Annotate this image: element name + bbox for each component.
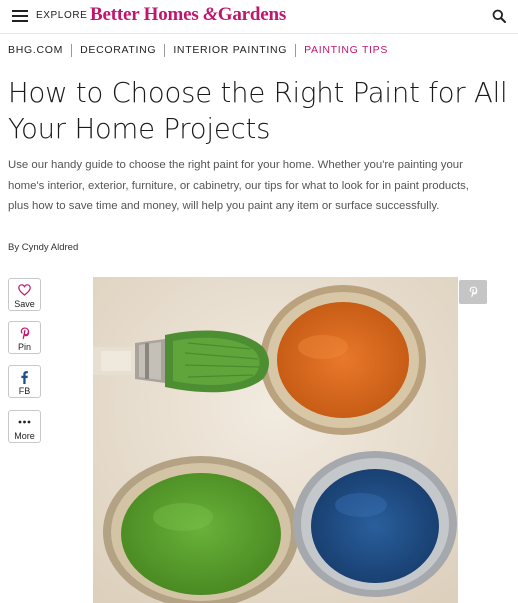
author-link[interactable]: Cyndy Aldred [22, 242, 79, 253]
pinterest-icon [9, 327, 40, 339]
search-icon[interactable] [492, 9, 506, 23]
more-button[interactable]: More [8, 410, 41, 443]
byline: By Cyndy Aldred [8, 242, 78, 253]
site-header: EXPLORE Better Homes &Gardens [0, 0, 518, 33]
byline-prefix: By [8, 242, 20, 253]
facebook-icon [9, 370, 40, 384]
breadcrumb-item-interior-painting[interactable]: INTERIOR PAINTING [173, 44, 287, 56]
pin-label: Pin [17, 342, 31, 352]
breadcrumb-separator [164, 43, 166, 57]
logo-text-2: Gardens [217, 4, 287, 25]
facebook-label: FB [18, 386, 31, 396]
breadcrumb: BHG.COM DECORATING INTERIOR PAINTING PAI… [8, 43, 388, 57]
hamburger-menu-icon[interactable] [12, 10, 28, 23]
site-logo[interactable]: Better Homes &Gardens [90, 4, 286, 26]
save-button[interactable]: Save [8, 278, 41, 311]
breadcrumb-item-decorating[interactable]: DECORATING [80, 44, 156, 56]
logo-text-1: Better Homes [90, 4, 199, 25]
breadcrumb-separator [71, 43, 73, 57]
pinterest-icon [469, 286, 478, 298]
header-divider [0, 33, 518, 34]
heart-icon [9, 284, 40, 296]
facebook-button[interactable]: FB [8, 365, 41, 398]
breadcrumb-item-bhg[interactable]: BHG.COM [8, 44, 63, 56]
article-description: Use our handy guide to choose the right … [8, 159, 469, 212]
image-pin-button[interactable] [459, 280, 487, 304]
pin-button[interactable]: Pin [8, 321, 41, 354]
explore-label[interactable]: EXPLORE [36, 10, 87, 21]
breadcrumb-separator [295, 43, 297, 57]
logo-ampersand: & [203, 4, 218, 25]
hero-image [93, 277, 458, 603]
more-dots-icon [9, 416, 40, 428]
breadcrumb-item-painting-tips[interactable]: PAINTING TIPS [304, 44, 388, 56]
more-label: More [14, 431, 35, 441]
save-label: Save [14, 299, 35, 309]
article-title: How to Choose the Right Paint for All Yo… [8, 77, 508, 145]
